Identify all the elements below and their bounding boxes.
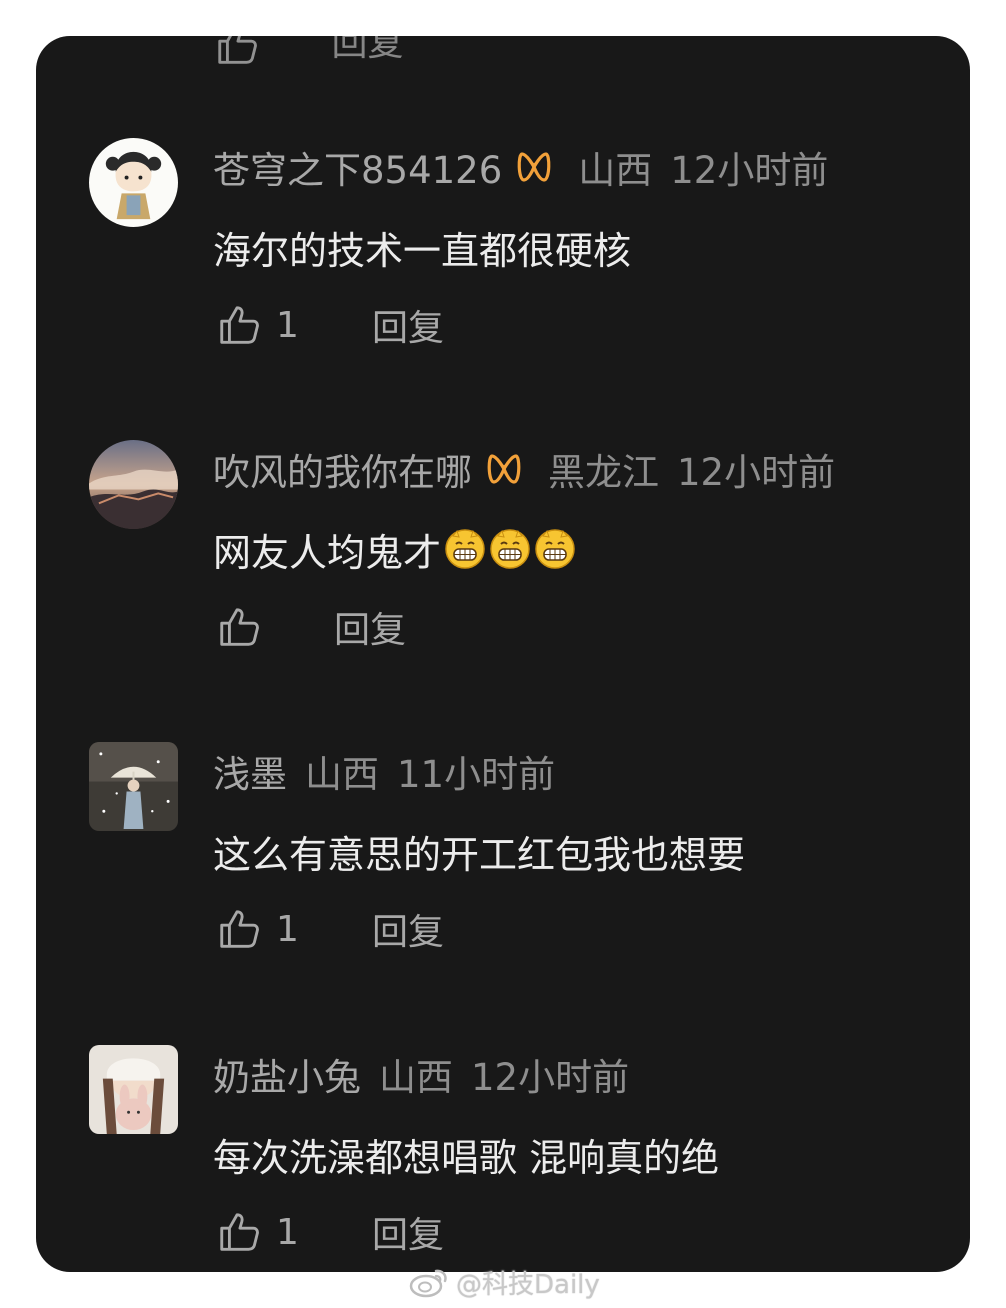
like-button[interactable] (216, 604, 262, 650)
weibo-logo-icon (409, 1269, 447, 1298)
comment-actions: 回复 (216, 602, 406, 652)
like-icon (220, 608, 259, 646)
comment-item: 奶盐小兔 山西 12小时前 每次洗澡都想唱歌 混响真的绝 1 回复 (36, 1045, 970, 1272)
like-count: 1 (276, 304, 299, 346)
partial-action-row: 回复 (214, 36, 403, 64)
comment-meta: 吹风的我你在哪 黑龙江 12小时前 (213, 446, 835, 494)
comment-text: 每次洗澡都想唱歌 混响真的绝 (213, 1135, 720, 1180)
comment-text: 海尔的技术一直都很硬核 (213, 228, 632, 273)
comment-panel: 回复 苍穹之下854126 山西 12小时前 海尔的技术一直都很硬核 1 回复 … (36, 36, 970, 1272)
like-count: 1 (276, 1211, 299, 1253)
comment-text-row: 网友人均鬼才 (213, 524, 576, 575)
grin-emoji-icon (534, 528, 576, 570)
reply-button[interactable]: 回复 (334, 601, 406, 653)
location: 山西 (578, 149, 653, 192)
grin-emoji-icon (489, 528, 531, 570)
like-button[interactable]: 1 (216, 1209, 316, 1255)
comment-text: 这么有意思的开工红包我也想要 (213, 832, 746, 877)
grin-emoji-icon (444, 528, 486, 570)
timestamp: 11小时前 (397, 753, 556, 796)
like-icon (220, 1213, 259, 1251)
comment-meta: 奶盐小兔 山西 12小时前 (213, 1051, 629, 1099)
umbrella-snow-avatar[interactable] (89, 742, 178, 831)
comment-actions: 1 回复 (216, 1207, 444, 1257)
reply-button[interactable]: 回复 (372, 903, 444, 955)
watermark-text: @科技Daily (456, 1269, 600, 1300)
timestamp: 12小时前 (670, 149, 829, 192)
reply-button[interactable]: 回复 (372, 299, 444, 351)
reply-button[interactable]: 回复 (331, 36, 403, 64)
timestamp: 12小时前 (677, 451, 836, 494)
like-count: 1 (276, 908, 299, 950)
comment-meta: 苍穹之下854126 山西 12小时前 (213, 144, 828, 192)
username[interactable]: 苍穹之下854126 (213, 140, 502, 194)
like-icon (220, 910, 259, 948)
like-icon[interactable] (214, 36, 271, 64)
like-icon (220, 306, 259, 344)
reply-button[interactable]: 回复 (372, 1206, 444, 1258)
comment-actions: 1 回复 (216, 904, 444, 954)
timestamp: 12小时前 (471, 1056, 630, 1099)
watermark: @科技Daily (408, 1262, 600, 1302)
comment-item: 浅墨 山西 11小时前 这么有意思的开工红包我也想要 1 回复 (36, 742, 970, 1022)
comment-text: 网友人均鬼才 (213, 530, 442, 575)
comment-item: 吹风的我你在哪 黑龙江 12小时前 网友人均鬼才 回复 (36, 440, 970, 720)
username[interactable]: 奶盐小兔 (213, 1047, 361, 1101)
username[interactable]: 吹风的我你在哪 (213, 442, 472, 496)
location: 黑龙江 (548, 451, 659, 494)
comment-item: 苍穹之下854126 山西 12小时前 海尔的技术一直都很硬核 1 回复 (36, 138, 970, 418)
girl-with-bunny-avatar[interactable] (89, 1045, 178, 1134)
location: 山西 (305, 753, 379, 796)
like-button[interactable]: 1 (216, 906, 316, 952)
member-badge-icon (516, 150, 552, 184)
cartoon-girl-avatar[interactable] (89, 138, 178, 227)
comment-meta: 浅墨 山西 11小时前 (213, 748, 555, 796)
like-button[interactable]: 1 (216, 302, 316, 348)
member-badge-icon (486, 452, 522, 486)
comment-actions: 1 回复 (216, 300, 444, 350)
great-wall-landscape-avatar[interactable] (89, 440, 178, 529)
username[interactable]: 浅墨 (213, 744, 287, 798)
location: 山西 (379, 1056, 453, 1099)
